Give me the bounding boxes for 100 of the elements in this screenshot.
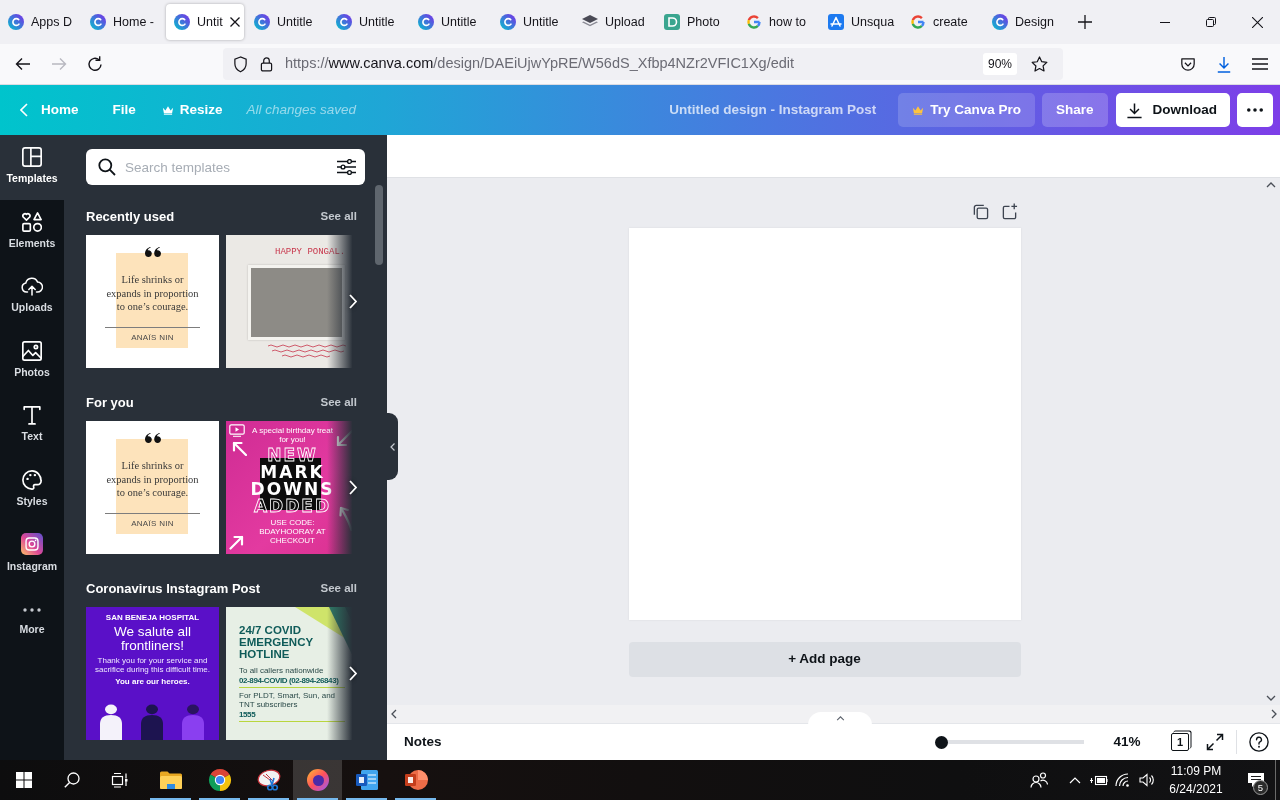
browser-tab[interactable]: Design (984, 4, 1066, 40)
health-worker-figure (182, 704, 204, 740)
arrow-icon (339, 505, 353, 531)
chevron-left-icon (20, 103, 28, 117)
browser-tab[interactable]: create (902, 4, 984, 40)
palette-icon (22, 469, 42, 490)
template-thumbnail[interactable]: Life shrinks or expands in proportion to one’s courage. ANAÏS NIN (86, 421, 219, 554)
address-field[interactable]: https://www.canva.com/design/DAEiUjwYpRE/W56dS_Xfbp4NZr2VFIC1Xg/edit 90% (223, 48, 1063, 80)
see-all-link[interactable]: See all (320, 394, 357, 412)
share-button[interactable]: Share (1041, 93, 1108, 127)
sidebar-item[interactable]: Text (0, 393, 64, 458)
sidebar-item[interactable]: More (0, 586, 64, 651)
see-all-link[interactable]: See all (320, 208, 357, 226)
try-pro-button[interactable]: Try Canva Pro (898, 93, 1035, 127)
circle-logo-icon (500, 14, 516, 30)
search-icon (98, 158, 116, 176)
clock-date[interactable]: 6/24/2021 (1163, 780, 1229, 798)
close-icon[interactable] (1251, 16, 1263, 28)
image-icon (22, 340, 42, 361)
scroll-left-icon[interactable] (391, 709, 397, 719)
template-thumbnail[interactable]: Life shrinks or expands in proportion to one’s courage. ANAÏS NIN (86, 235, 219, 368)
star-icon[interactable] (1031, 56, 1048, 72)
browser-tab[interactable]: Unsqua (820, 4, 902, 40)
scrollbar-thumb[interactable] (375, 185, 383, 265)
reload-icon (87, 56, 103, 72)
minimize-icon[interactable] (1160, 21, 1170, 23)
zoom-slider-thumb[interactable] (935, 735, 949, 749)
tricolor-circle-icon (207, 768, 232, 792)
crown-icon (912, 105, 925, 115)
collapse-panel-button[interactable] (387, 413, 398, 480)
more-options-button[interactable] (1237, 93, 1273, 127)
notifications-button[interactable]: 5 (1237, 760, 1275, 800)
square-logo-icon (664, 14, 680, 30)
scroll-right-icon[interactable] (1271, 709, 1277, 719)
taskbar-app-button[interactable] (293, 760, 342, 800)
browser-tab[interactable]: Untitle (410, 4, 492, 40)
sidebar-item[interactable]: Templates (0, 135, 64, 200)
fullscreen-icon[interactable] (1206, 733, 1224, 751)
notification-count: 5 (1253, 780, 1268, 795)
search-field[interactable]: Search templates (86, 149, 365, 185)
template-thumbnail[interactable]: SAN BENEJA HOSPITAL We salute all frontliners! Thank you for your service and sacrifice during this difficult time. You are our heroes. (86, 607, 219, 740)
search-input[interactable]: Search templates (125, 149, 328, 185)
sidebar-item[interactable]: Photos (0, 328, 64, 393)
camera-app-icon (21, 533, 43, 556)
notes-toggle-button[interactable] (808, 712, 872, 725)
chevron-up-icon[interactable] (1069, 776, 1081, 784)
browser-tab[interactable]: Untitle (492, 4, 574, 40)
slides-app-icon (403, 769, 428, 791)
browser-tab[interactable]: Untit (166, 4, 244, 40)
sidebar-item[interactable]: Elements (0, 199, 64, 264)
scissors-icon (256, 769, 281, 791)
browser-tab[interactable]: how to (738, 4, 820, 40)
quote-text: Life shrinks or expands in proportion to one’s courage. (105, 273, 200, 314)
zoom-percentage[interactable]: 41% (1110, 731, 1144, 753)
page-count-button[interactable]: 1 (1171, 733, 1189, 751)
see-all-link[interactable]: See all (320, 580, 357, 598)
filter-sliders-icon[interactable] (337, 159, 356, 175)
quote-marks-icon (144, 433, 161, 443)
circle-logo-icon (336, 14, 352, 30)
restore-icon[interactable] (1206, 17, 1216, 27)
zoom-level-badge[interactable]: 90% (982, 53, 1017, 75)
clock-time[interactable]: 11:09 PM (1163, 762, 1229, 780)
chevron-right-icon[interactable] (349, 666, 357, 681)
wifi-icon[interactable] (1115, 773, 1131, 787)
sidebar-item[interactable]: Uploads (0, 264, 64, 329)
notes-button[interactable]: Notes (396, 731, 450, 753)
scroll-up-icon[interactable] (1266, 182, 1276, 188)
multicolor-g-icon (910, 14, 926, 30)
circle-logo-icon (254, 14, 270, 30)
folder-icon (158, 770, 183, 790)
browser-tab[interactable]: Apps D (0, 4, 82, 40)
volume-icon[interactable] (1139, 773, 1155, 787)
lock-icon[interactable] (260, 56, 273, 72)
battery-icon[interactable] (1089, 774, 1109, 786)
browser-tab[interactable]: Untitle (328, 4, 410, 40)
sidebar-item[interactable]: Styles (0, 457, 64, 522)
add-page-icon[interactable] (1000, 202, 1018, 220)
close-icon[interactable] (229, 17, 240, 27)
scroll-down-icon[interactable] (1266, 695, 1276, 701)
circle-logo-icon (8, 14, 24, 30)
section-title: For you (86, 394, 134, 413)
chevron-right-icon[interactable] (349, 294, 357, 309)
duplicate-page-icon[interactable] (971, 202, 989, 220)
new-tab-icon[interactable] (1078, 15, 1092, 29)
shield-icon[interactable] (233, 55, 248, 73)
chevron-right-icon[interactable] (349, 480, 357, 495)
browser-tab[interactable]: Upload (574, 4, 656, 40)
promo-code-text: USE CODE: BDAYHOORAY AT CHECKOUT (258, 518, 327, 545)
quote-text: Life shrinks or expands in proportion to one’s courage. (105, 459, 200, 500)
help-icon[interactable] (1249, 732, 1269, 752)
add-page-button[interactable]: + Add page (628, 642, 1021, 677)
crown-icon (161, 105, 174, 115)
browser-tab[interactable]: Untitle (246, 4, 328, 40)
search-icon (64, 772, 80, 788)
people-icon[interactable] (1030, 772, 1048, 788)
browser-tab[interactable]: Home - (82, 4, 164, 40)
download-button[interactable]: Download (1115, 93, 1230, 127)
author-name: ANAÏS NIN (131, 518, 174, 528)
sidebar-item[interactable]: Instagram (0, 522, 64, 587)
browser-tab[interactable]: Photo (656, 4, 738, 40)
